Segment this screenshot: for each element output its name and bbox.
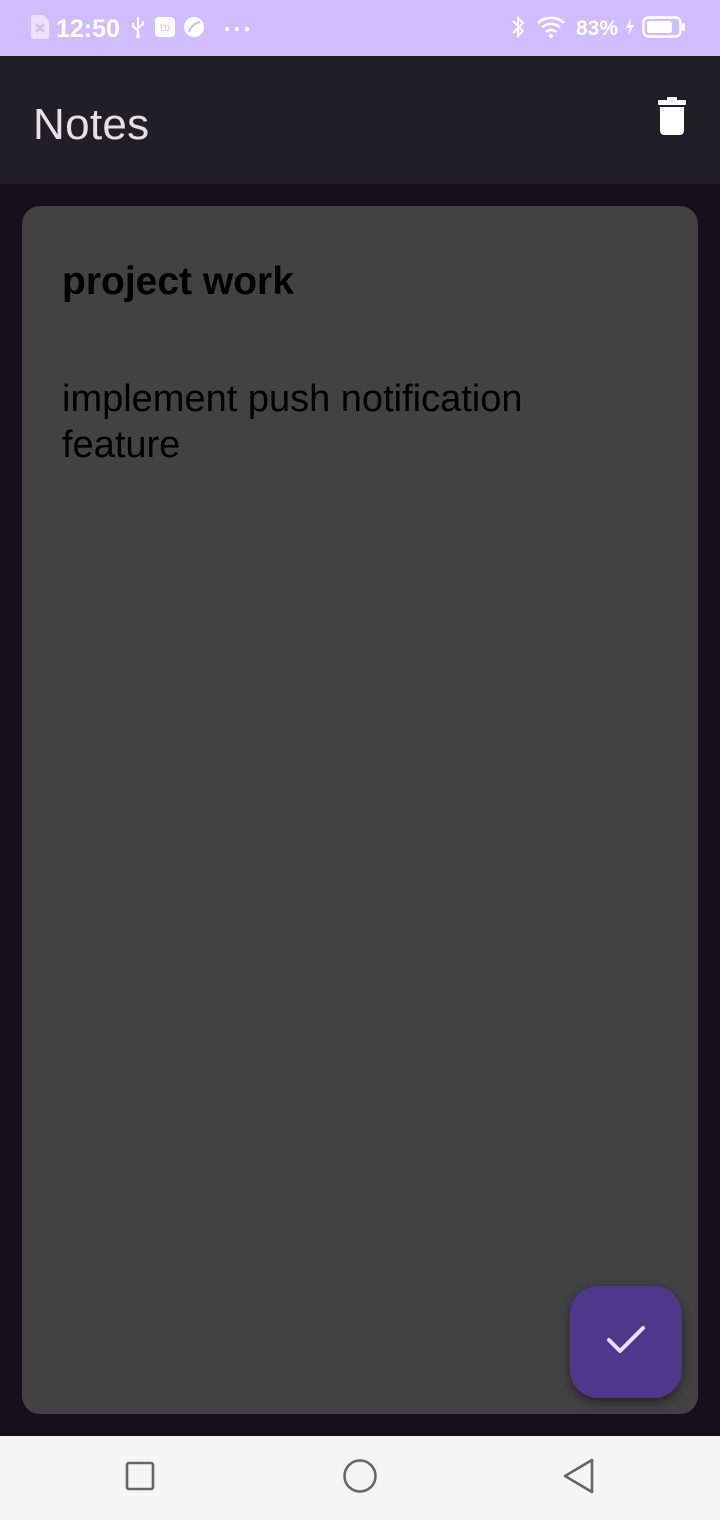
note-body-input[interactable]: implement push notification feature [62, 376, 622, 468]
back-button[interactable] [558, 1458, 598, 1498]
notes-screen: 12:50 tb 83% Notes project work implemen… [0, 0, 720, 1520]
status-bar: 12:50 tb 83% [0, 0, 720, 56]
status-right: 83% [510, 12, 686, 46]
more-dots-icon [224, 20, 250, 38]
recents-icon [124, 1460, 156, 1497]
status-left: 12:50 tb [30, 12, 250, 46]
note-title-input[interactable]: project work [62, 260, 662, 304]
battery-percent: 83% [575, 17, 618, 40]
back-icon [561, 1457, 595, 1500]
usb-icon [130, 15, 146, 44]
charging-icon [624, 17, 636, 42]
sim-icon [30, 14, 50, 45]
battery-icon [642, 15, 686, 44]
bluetooth-icon [510, 14, 526, 45]
note-editor-card: project work implement push notification… [22, 206, 698, 1414]
wifi-icon [536, 15, 566, 44]
home-icon [342, 1458, 378, 1499]
save-note-button[interactable] [570, 1286, 682, 1398]
app-bar: Notes [0, 56, 720, 184]
check-icon [606, 1324, 646, 1361]
recents-button[interactable] [120, 1458, 160, 1498]
status-time: 12:50 [56, 14, 120, 43]
page-title: Notes [33, 100, 150, 149]
svg-text:tb: tb [160, 23, 170, 34]
trash-icon [658, 96, 686, 140]
leaf-icon [182, 15, 206, 44]
home-button[interactable] [340, 1458, 380, 1498]
system-nav-bar [0, 1436, 720, 1520]
delete-button[interactable] [646, 92, 698, 144]
app-notification-icon: tb [154, 16, 176, 43]
